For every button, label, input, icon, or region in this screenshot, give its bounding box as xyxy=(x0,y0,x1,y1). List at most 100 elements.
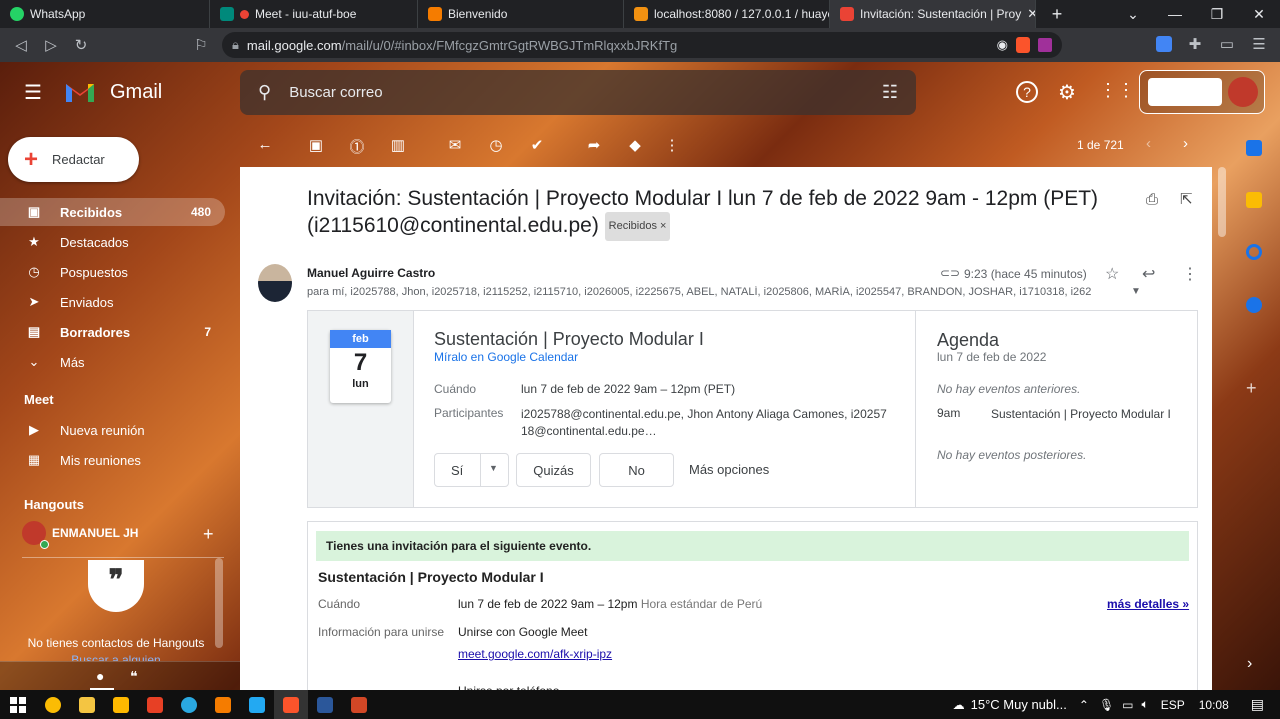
get-addons-icon[interactable]: + xyxy=(1246,378,1257,399)
weather-icon[interactable]: ☁ xyxy=(953,698,965,712)
archive-icon[interactable]: ▣ xyxy=(304,136,328,154)
powerpoint-taskbar-icon[interactable] xyxy=(342,690,376,719)
label-badge[interactable]: Recibidos × xyxy=(604,212,671,241)
minimize-button[interactable]: — xyxy=(1154,6,1196,22)
wallet-icon[interactable]: ▭ xyxy=(1212,35,1242,53)
meet-my-meetings[interactable]: ▦ Mis reuniones xyxy=(0,446,225,474)
sidebar-scrollbar[interactable] xyxy=(215,558,223,648)
clock[interactable]: 10:08 xyxy=(1199,698,1229,712)
star-icon[interactable]: ☆ xyxy=(1105,264,1119,284)
brave-shield-icon[interactable] xyxy=(1016,37,1030,53)
tab-meet[interactable]: Meet - iuu-atuf-boe xyxy=(210,0,418,28)
bookmark-icon[interactable]: ⚐ xyxy=(186,36,216,54)
new-tab-button[interactable]: + xyxy=(1036,4,1078,25)
extensions-icon[interactable]: ✚ xyxy=(1180,35,1210,53)
settings-gear-icon[interactable]: ⚙ xyxy=(1058,80,1076,105)
reply-icon[interactable]: ↩ xyxy=(1142,264,1155,284)
apps-grid-icon[interactable]: ⋮⋮ xyxy=(1099,80,1135,101)
restore-button[interactable]: ❐ xyxy=(1196,6,1238,23)
more-actions-icon[interactable]: ⋮ xyxy=(660,136,684,154)
chrome-taskbar-icon[interactable] xyxy=(36,690,70,719)
xampp-taskbar-icon[interactable] xyxy=(206,690,240,719)
back-to-inbox-icon[interactable]: ← xyxy=(253,136,277,153)
hangouts-username[interactable]: ENMANUEL JH xyxy=(52,526,138,540)
rsvp-dropdown-icon[interactable]: ▼ xyxy=(489,463,498,473)
account-area[interactable] xyxy=(1139,70,1265,114)
person-icon[interactable]: ● xyxy=(96,668,104,684)
notifications-icon[interactable]: ▤ xyxy=(1251,696,1264,713)
volume-icon[interactable]: 🔈︎ xyxy=(1142,697,1149,712)
forward-icon[interactable]: ▷ xyxy=(36,36,66,54)
calendar-addon-icon[interactable] xyxy=(1246,140,1262,156)
show-details-icon[interactable]: ▼ xyxy=(1131,286,1141,297)
store-taskbar-icon[interactable] xyxy=(104,690,138,719)
sidebar-item-drafts[interactable]: ▤ Borradores 7 xyxy=(0,318,225,346)
translate-icon[interactable] xyxy=(1156,36,1172,52)
word-taskbar-icon[interactable] xyxy=(308,690,342,719)
brave-taskbar-icon[interactable] xyxy=(274,690,308,719)
windows-start-icon[interactable] xyxy=(0,690,36,719)
search-input[interactable]: Buscar correo xyxy=(289,84,382,101)
back-icon[interactable]: ◁ xyxy=(6,36,36,54)
sidebar-item-inbox[interactable]: ▣ Recibidos 480 xyxy=(0,198,225,226)
add-contact-icon[interactable]: + xyxy=(203,524,214,545)
network-icon[interactable]: ▭ xyxy=(1122,698,1133,712)
language-indicator[interactable]: ESP xyxy=(1161,698,1185,712)
rsvp-maybe-button[interactable]: Quizás xyxy=(516,453,591,487)
search-icon[interactable]: ⚲ xyxy=(258,82,271,103)
vscode-taskbar-icon[interactable] xyxy=(240,690,274,719)
main-menu-icon[interactable]: ☰ xyxy=(24,80,42,105)
tasks-addon-icon[interactable] xyxy=(1246,244,1262,260)
brave-rewards-icon[interactable] xyxy=(1038,38,1052,52)
address-bar[interactable]: 🔒︎ mail.google.com/mail/u/0/#inbox/FMfcg… xyxy=(222,32,1062,58)
tab-localhost[interactable]: localhost:8080 / 127.0.0.1 / huaych xyxy=(624,0,830,28)
hangouts-search-link[interactable]: Buscar a alguien xyxy=(20,653,212,661)
meet-new-meeting[interactable]: ▶ Nueva reunión xyxy=(0,416,225,444)
add-task-icon[interactable]: ✔ xyxy=(525,136,549,154)
eye-icon[interactable]: ◉ xyxy=(997,37,1008,53)
menu-icon[interactable]: ☰ xyxy=(1244,35,1274,53)
hangouts-chat-icon[interactable]: ❝ xyxy=(130,668,138,685)
delete-icon[interactable]: ▥ xyxy=(386,136,410,154)
label-icon[interactable]: ◆ xyxy=(623,136,647,154)
reload-icon[interactable]: ↻ xyxy=(66,36,96,54)
sidebar-item-starred[interactable]: ★ Destacados xyxy=(0,228,225,256)
tab-search-icon[interactable]: ⌄ xyxy=(1112,6,1154,23)
office-taskbar-icon[interactable] xyxy=(138,690,172,719)
sender-name[interactable]: Manuel Aguirre Castro xyxy=(307,266,435,280)
more-details-link[interactable]: más detalles » xyxy=(1107,597,1189,611)
sidebar-item-sent[interactable]: ➤ Enviados xyxy=(0,288,225,316)
search-options-icon[interactable]: ☷ xyxy=(882,82,898,103)
weather-text[interactable]: 15°C Muy nubl... xyxy=(971,697,1067,712)
newer-icon[interactable]: ‹ xyxy=(1146,135,1151,152)
close-window-button[interactable]: ✕ xyxy=(1238,6,1280,23)
help-icon[interactable]: ? xyxy=(1016,81,1038,103)
sidebar-item-snoozed[interactable]: ◷ Pospuestos xyxy=(0,258,225,286)
sender-avatar[interactable] xyxy=(258,264,292,302)
agenda-event[interactable]: Sustentación | Proyecto Modular I xyxy=(991,406,1181,423)
tab-invitation[interactable]: Invitación: Sustentación | Proy✕ xyxy=(830,0,1036,28)
compose-button[interactable]: + Redactar xyxy=(8,137,139,182)
microphone-icon[interactable]: 🎙︎ xyxy=(1099,698,1114,712)
show-hidden-icons[interactable]: ⌃ xyxy=(1079,698,1089,712)
close-tab-icon[interactable]: ✕ xyxy=(1027,6,1035,22)
keep-addon-icon[interactable] xyxy=(1246,192,1262,208)
file-explorer-taskbar-icon[interactable] xyxy=(70,690,104,719)
calendar-link[interactable]: Míralo en Google Calendar xyxy=(434,350,578,364)
open-new-window-icon[interactable]: ⇱ xyxy=(1180,190,1193,208)
gmail-logo-icon[interactable] xyxy=(64,80,96,104)
tab-bienvenido[interactable]: Bienvenido xyxy=(418,0,624,28)
rsvp-no-button[interactable]: No xyxy=(599,453,674,487)
more-options-icon[interactable]: ⋮ xyxy=(1182,264,1198,284)
sidebar-item-more[interactable]: ⌄ Más xyxy=(0,348,225,376)
meet-link[interactable]: meet.google.com/afk-xrip-ipz xyxy=(458,647,612,661)
show-side-panel-icon[interactable]: › xyxy=(1247,655,1252,673)
report-spam-icon[interactable]: ⓵ xyxy=(345,136,369,157)
print-icon[interactable]: ⎙ xyxy=(1146,191,1158,208)
older-icon[interactable]: › xyxy=(1183,135,1188,152)
move-to-icon[interactable]: ➦ xyxy=(582,136,606,154)
edge-taskbar-icon[interactable] xyxy=(172,690,206,719)
snooze-icon[interactable]: ◷ xyxy=(484,136,508,154)
more-options-button[interactable]: Más opciones xyxy=(689,462,769,477)
search-bar[interactable]: ⚲ Buscar correo ☷ xyxy=(240,70,916,115)
